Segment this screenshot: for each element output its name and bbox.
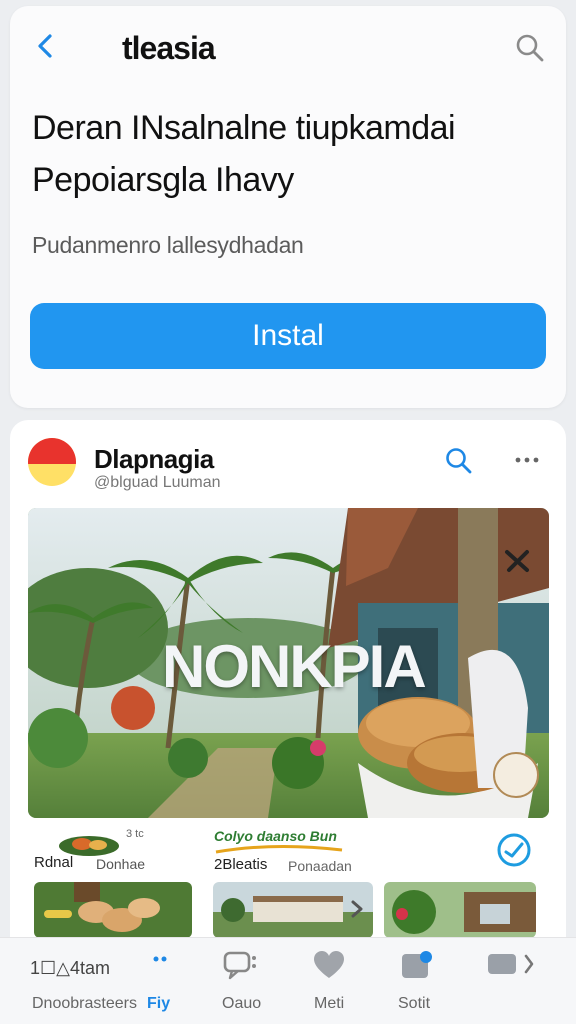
nav-item-chat[interactable]: Oauo	[200, 938, 284, 1024]
nav-item-likes[interactable]: Meti	[296, 938, 366, 1024]
nav-item-messages[interactable]	[480, 938, 560, 1024]
refresh-icon[interactable]	[494, 830, 534, 870]
hero-overlay-text: NONKPIA	[162, 633, 427, 700]
notification-icon	[402, 951, 432, 978]
thumbnail-garden-art	[384, 882, 536, 938]
feed-search-icon[interactable]	[444, 446, 474, 476]
account-name[interactable]: Dlapnagia	[94, 444, 214, 475]
info-label-a2: Donhae	[96, 856, 146, 872]
message-forward-icon	[488, 954, 534, 974]
grid-icon: 1☐△4tam	[30, 958, 111, 978]
nav-label-chat: Oauo	[222, 995, 262, 1012]
hero-image[interactable]: NONKPIA	[28, 508, 549, 818]
listing-headline: Deran INsalnalne tiupkamdai Pepoiarsgla …	[32, 102, 552, 206]
feed-post-card: Dlapnagia @blguad Luuman NONKPIA 3 tc Rd…	[10, 420, 566, 1024]
search-icon[interactable]	[514, 32, 546, 64]
dots-icon	[153, 956, 167, 962]
thumbnail-garden[interactable]	[384, 882, 536, 938]
thumbnail-strip	[10, 882, 566, 942]
app-header-title: tleasia	[122, 30, 216, 66]
info-tiny-label: 3 tc	[126, 828, 144, 840]
brand-swoosh-icon	[215, 844, 343, 854]
thumbnail-bread-art	[34, 882, 192, 938]
nav-label-home: Dnoobrasteers	[32, 995, 137, 1012]
avatar-red-segment	[28, 438, 76, 464]
install-button[interactable]: Instal	[30, 303, 546, 369]
profile-badge-icon[interactable]	[493, 752, 539, 798]
headline-line-2: Pepoiarsgla Ihavy	[32, 161, 294, 199]
avatar[interactable]	[28, 438, 76, 486]
next-arrow-icon[interactable]	[346, 898, 368, 920]
post-info-row: 3 tc Rdnal Donhae Colyo daanso Bun 2Blea…	[10, 826, 566, 886]
brand-logo-text: Colyo daanso Bun	[214, 828, 337, 844]
app-listing-card: tleasia Deran INsalnalne tiupkamdai Pepo…	[10, 6, 566, 408]
listing-subtitle: Pudanmenro lallesydhadan	[32, 232, 304, 258]
info-label-b1: 2Bleatis	[214, 856, 268, 873]
headline-line-1: Deran INsalnalne tiupkamdai	[32, 109, 456, 147]
nav-item-feed[interactable]: Fiy	[130, 938, 200, 1024]
chat-icon	[223, 951, 256, 980]
account-handle: @blguad Luuman	[94, 474, 221, 491]
bottom-navigation: 1☐△4tam Dnoobrasteers Fiy Oauo Meti Soti…	[0, 937, 576, 1024]
info-label-a1: Rdnal	[34, 854, 74, 871]
nav-label-feed: Fiy	[147, 995, 171, 1012]
nav-item-home[interactable]: 1☐△4tam Dnoobrasteers	[0, 938, 137, 1024]
thumbnail-bread[interactable]	[34, 882, 192, 938]
more-options-icon[interactable]	[512, 450, 542, 470]
heart-icon	[314, 951, 344, 978]
info-label-b2: Ponaadan	[288, 858, 352, 874]
nav-item-notifications[interactable]: Sotit	[380, 938, 460, 1024]
nav-label-likes: Meti	[314, 995, 345, 1012]
top-bar: tleasia	[10, 6, 566, 86]
nav-label-notifications: Sotit	[398, 995, 431, 1012]
back-arrow-icon[interactable]	[32, 32, 60, 60]
dismiss-icon[interactable]	[503, 546, 531, 574]
